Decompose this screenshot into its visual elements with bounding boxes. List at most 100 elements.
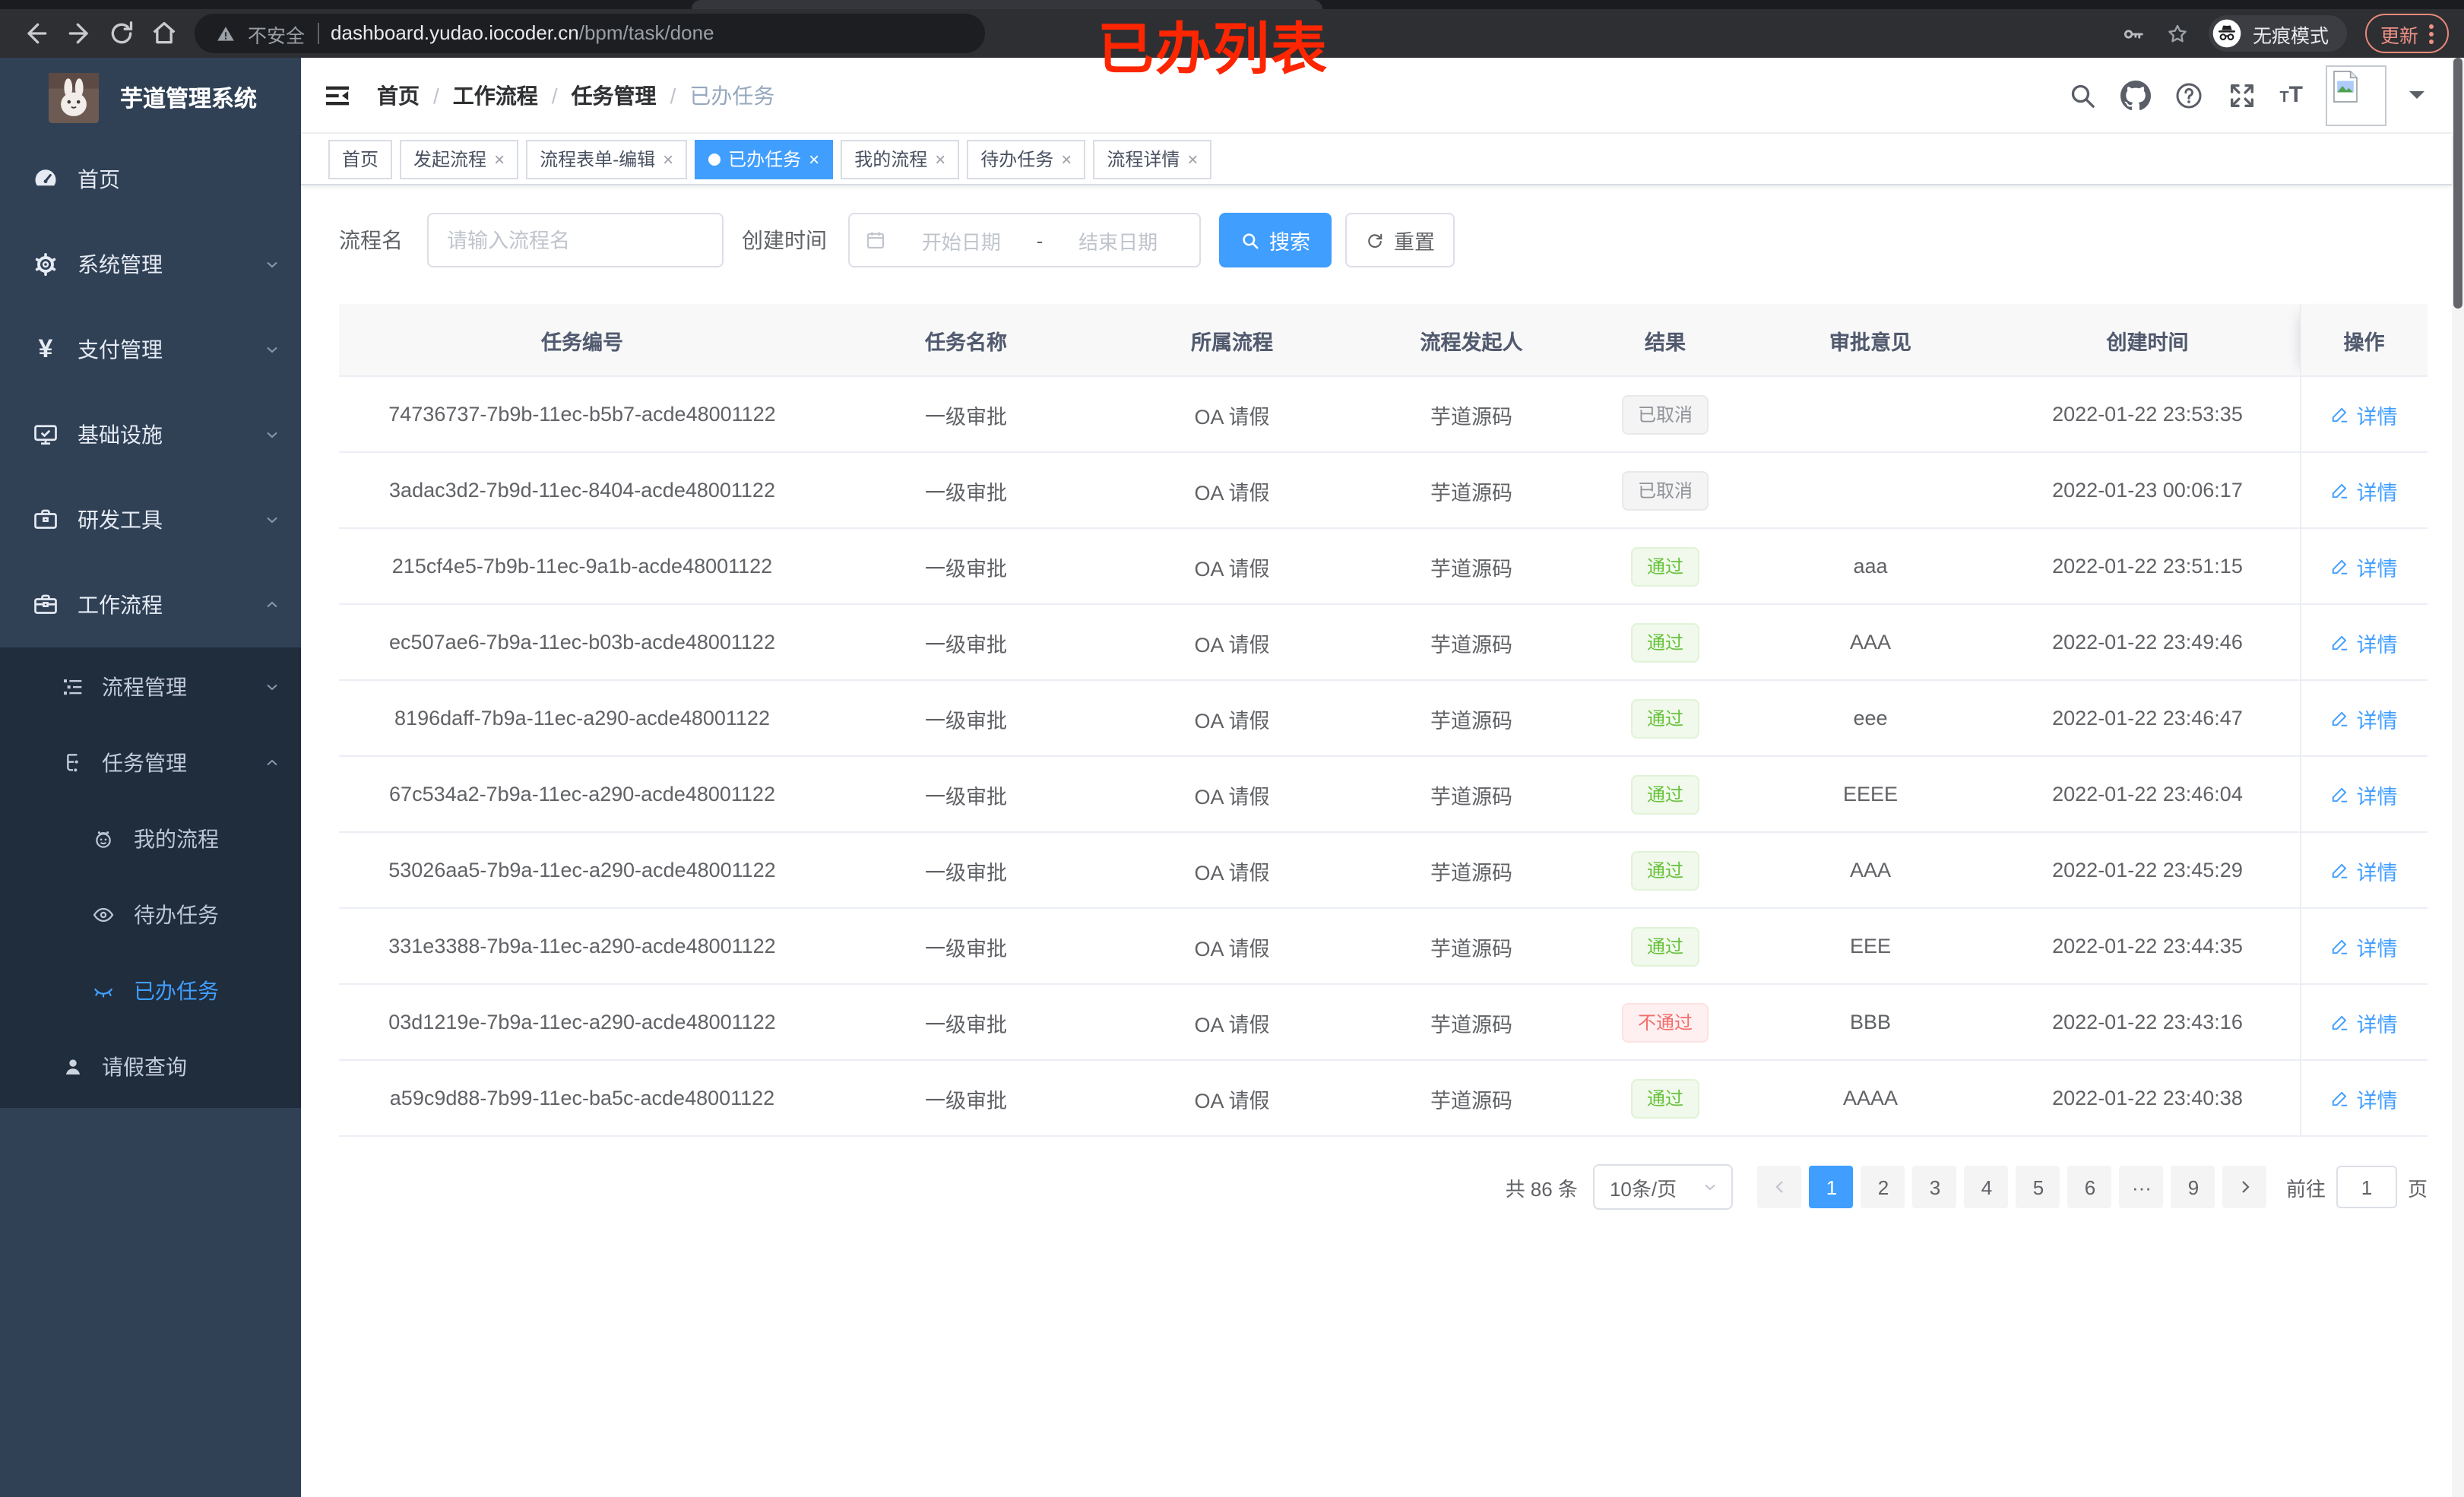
tag-process-detail[interactable]: 流程详情 ×	[1093, 139, 1212, 179]
page-size-value: 10条/页	[1609, 1177, 1677, 1200]
sidebar-item-done-tasks[interactable]: 已办任务	[0, 953, 301, 1029]
more-pages-button[interactable]: ···	[2119, 1166, 2164, 1208]
result-badge: 通过	[1631, 698, 1699, 738]
sidebar-item-infrastructure[interactable]: 基础设施	[0, 392, 301, 477]
chevron-down-icon	[267, 684, 277, 691]
page-button-5[interactable]: 5	[2016, 1166, 2060, 1208]
task-name: 一级审批	[825, 452, 1107, 529]
done-task-table: 任务编号 任务名称 所属流程 流程发起人 结果 审批意见 创建时间 操作 747…	[339, 304, 2428, 1137]
create-time-label: 创建时间	[742, 228, 827, 252]
logo-row[interactable]: 芋道管理系统	[0, 58, 301, 137]
url-bar[interactable]: 不安全 dashboard.yudao.iocoder.cn/bpm/task/…	[195, 14, 985, 53]
prev-page-button[interactable]	[1757, 1166, 1802, 1208]
close-icon[interactable]: ×	[494, 150, 505, 168]
close-icon[interactable]: ×	[809, 150, 819, 168]
app-title: 芋道管理系统	[120, 86, 258, 112]
process-name-input[interactable]	[427, 213, 724, 267]
detail-link[interactable]: 详情	[2331, 931, 2398, 961]
tag-todo-tasks[interactable]: 待办任务 ×	[967, 139, 1086, 179]
breadcrumb-item[interactable]: 工作流程	[453, 80, 538, 110]
goto-page-input[interactable]	[2336, 1166, 2397, 1208]
result-badge: 通过	[1631, 622, 1699, 662]
sidebar-item-todo-tasks[interactable]: 待办任务	[0, 877, 301, 953]
password-key-icon[interactable]	[2120, 21, 2146, 46]
detail-link[interactable]: 详情	[2331, 399, 2398, 429]
incognito-badge: 无痕模式	[2208, 15, 2347, 52]
sidebar-item-payment[interactable]: ¥ 支付管理	[0, 307, 301, 392]
sidebar-item-label: 待办任务	[134, 903, 219, 927]
detail-link[interactable]: 详情	[2331, 855, 2398, 885]
sidebar-item-process-mgmt[interactable]: 流程管理	[0, 649, 301, 725]
detail-link[interactable]: 详情	[2331, 1083, 2398, 1113]
page-button-2[interactable]: 2	[1861, 1166, 1905, 1208]
sidebar-item-system[interactable]: 系统管理	[0, 222, 301, 307]
tag-label: 我的流程	[854, 149, 928, 170]
page-button-3[interactable]: 3	[1912, 1166, 1957, 1208]
task-id: 67c534a2-7b9a-11ec-a290-acde48001122	[339, 756, 825, 833]
detail-link[interactable]: 详情	[2331, 1007, 2398, 1037]
reload-button[interactable]	[100, 14, 143, 53]
avatar-dropdown-caret[interactable]	[2409, 91, 2424, 106]
next-page-button[interactable]	[2222, 1166, 2267, 1208]
tag-form-edit[interactable]: 流程表单-编辑 ×	[526, 139, 688, 179]
detail-label: 详情	[2356, 481, 2398, 504]
detail-link[interactable]: 详情	[2331, 627, 2398, 657]
detail-link[interactable]: 详情	[2331, 703, 2398, 733]
avatar[interactable]	[2326, 65, 2386, 125]
browser-menu-icon[interactable]	[2429, 24, 2434, 43]
search-button[interactable]: 搜索	[1219, 213, 1332, 267]
date-range-input[interactable]: 开始日期 - 结束日期	[848, 213, 1201, 267]
sidebar-item-task-mgmt[interactable]: 任务管理	[0, 725, 301, 801]
forward-button[interactable]	[58, 14, 100, 53]
search-icon[interactable]	[2067, 80, 2097, 110]
sidebar-item-home[interactable]: 首页	[0, 137, 301, 222]
detail-link[interactable]: 详情	[2331, 475, 2398, 505]
fullscreen-icon[interactable]	[2226, 80, 2257, 110]
page-button-1[interactable]: 1	[1809, 1166, 1854, 1208]
reset-button[interactable]: 重置	[1345, 213, 1455, 267]
close-icon[interactable]: ×	[935, 150, 945, 168]
breadcrumb: 首页 / 工作流程 / 任务管理 / 已办任务	[377, 80, 774, 110]
tag-start-process[interactable]: 发起流程 ×	[400, 139, 519, 179]
end-date-placeholder: 结束日期	[1078, 230, 1158, 253]
breadcrumb-item[interactable]: 任务管理	[572, 80, 657, 110]
sidebar-item-devtools[interactable]: 研发工具	[0, 477, 301, 562]
sidebar-item-leave-query[interactable]: 请假查询	[0, 1029, 301, 1105]
sidebar-item-label: 基础设施	[78, 423, 163, 447]
sidebar-item-workflow[interactable]: 工作流程	[0, 562, 301, 647]
tag-label: 待办任务	[980, 149, 1054, 170]
detail-link[interactable]: 详情	[2331, 551, 2398, 581]
sidebar: 芋道管理系统 首页 系统管理 ¥ 支付管理 基础设施 研发工具 工作流程 流程管…	[0, 58, 301, 1497]
page-button-4[interactable]: 4	[1964, 1166, 2009, 1208]
edit-pen-icon	[2333, 559, 2348, 574]
bookmark-star-icon[interactable]	[2165, 21, 2190, 46]
sidebar-fold-icon[interactable]	[322, 80, 353, 110]
close-icon[interactable]: ×	[1061, 150, 1072, 168]
close-icon[interactable]: ×	[663, 150, 673, 168]
help-icon[interactable]	[2173, 80, 2203, 110]
breadcrumb-item[interactable]: 首页	[377, 80, 420, 110]
tag-my-process[interactable]: 我的流程 ×	[841, 139, 960, 179]
page-button-6[interactable]: 6	[2067, 1166, 2112, 1208]
created-time: 2022-01-23 00:06:17	[1996, 452, 2300, 529]
detail-label: 详情	[2356, 785, 2398, 808]
page-size-select[interactable]: 10条/页	[1592, 1164, 1733, 1210]
scrollbar-thumb[interactable]	[2453, 58, 2462, 309]
edit-pen-icon	[2333, 407, 2348, 423]
close-icon[interactable]: ×	[1187, 150, 1198, 168]
browser-update-button[interactable]: 更新	[2364, 14, 2449, 53]
page-button-9[interactable]: 9	[2171, 1166, 2215, 1208]
main-area: 首页 / 工作流程 / 任务管理 / 已办任务 TT 首页 发起流程 × 流程表…	[301, 58, 2452, 1497]
tag-home[interactable]: 首页	[328, 139, 393, 179]
github-icon[interactable]	[2120, 80, 2151, 110]
edit-pen-icon	[2333, 1015, 2348, 1030]
comment: AAA	[1745, 832, 1996, 909]
font-size-icon[interactable]: TT	[2279, 82, 2303, 108]
detail-link[interactable]: 详情	[2331, 779, 2398, 809]
tag-done-tasks[interactable]: 已办任务 ×	[695, 139, 834, 179]
sidebar-item-my-process[interactable]: 我的流程	[0, 801, 301, 877]
starter: 芋道源码	[1357, 604, 1585, 681]
comment: BBB	[1745, 984, 1996, 1061]
home-button[interactable]	[143, 14, 185, 53]
back-button[interactable]	[15, 14, 58, 53]
